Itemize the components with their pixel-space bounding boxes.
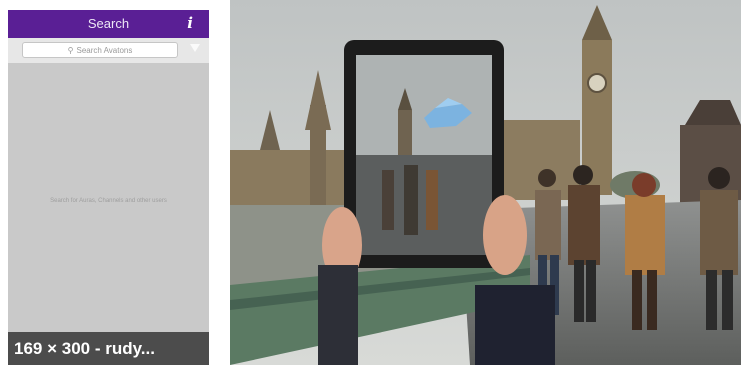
- search-bar: ⚲ Search Avatons: [8, 38, 209, 63]
- ar-photo-image[interactable]: [230, 0, 741, 365]
- filter-icon[interactable]: [190, 44, 200, 52]
- thumbnail-caption: 169 × 300 - rudy...: [8, 332, 209, 365]
- search-icon: ⚲: [67, 45, 74, 55]
- info-icon[interactable]: i: [187, 14, 193, 32]
- search-placeholder: Search Avatons: [76, 45, 133, 55]
- photo-illustration: [230, 0, 741, 365]
- search-input[interactable]: ⚲ Search Avatons: [22, 42, 178, 58]
- empty-state-message: Search for Auras, Channels and other use…: [50, 198, 167, 204]
- app-screenshot-thumbnail[interactable]: Search i ⚲ Search Avatons Search for Aur…: [8, 10, 209, 365]
- page-title: Search: [87, 16, 130, 31]
- app-header: Search i: [8, 10, 209, 38]
